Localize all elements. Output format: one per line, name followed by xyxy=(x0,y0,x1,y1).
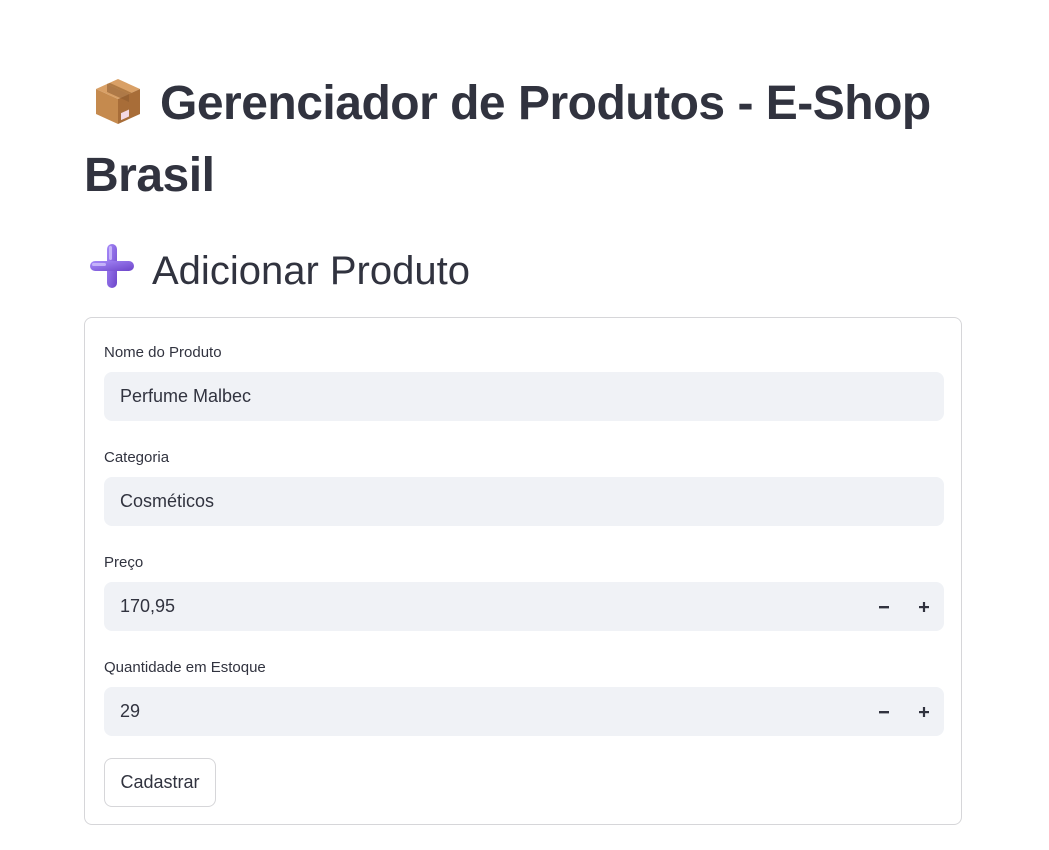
price-value: 170,95 xyxy=(120,596,176,616)
section-heading: Adicionar Produto xyxy=(88,242,470,305)
stock-quantity-input[interactable]: 29 xyxy=(104,687,944,736)
package-icon xyxy=(92,75,144,144)
product-name-value: Perfume Malbec xyxy=(120,386,252,406)
minus-icon xyxy=(879,710,889,713)
add-product-form: Nome do Produto Perfume Malbec Categoria… xyxy=(84,317,962,825)
price-decrement-button[interactable] xyxy=(864,582,904,631)
price-label: Preço xyxy=(104,554,144,571)
product-name-input[interactable]: Perfume Malbec xyxy=(104,372,944,421)
stock-decrement-button[interactable] xyxy=(864,687,904,736)
product-name-label: Nome do Produto xyxy=(104,344,222,361)
category-label: Categoria xyxy=(104,449,170,466)
page-title-text: Gerenciador de Produtos - E-Shop Brasil xyxy=(84,77,931,202)
minus-icon xyxy=(879,605,889,608)
section-heading-text: Adicionar Produto xyxy=(152,249,470,293)
submit-button[interactable]: Cadastrar xyxy=(104,758,216,807)
category-value: Cosméticos xyxy=(120,491,215,511)
category-input[interactable]: Cosméticos xyxy=(104,477,944,526)
stock-increment-button[interactable] xyxy=(904,687,944,736)
stock-quantity-label: Quantidade em Estoque xyxy=(104,659,266,676)
price-input[interactable]: 170,95 xyxy=(104,582,944,631)
stock-quantity-value: 29 xyxy=(120,701,141,721)
plus-icon xyxy=(88,242,136,305)
plus-small-icon xyxy=(919,601,929,612)
page-title: Gerenciador de Produtos - E-Shop Brasil xyxy=(84,72,964,208)
price-increment-button[interactable] xyxy=(904,582,944,631)
plus-small-icon xyxy=(919,706,929,717)
